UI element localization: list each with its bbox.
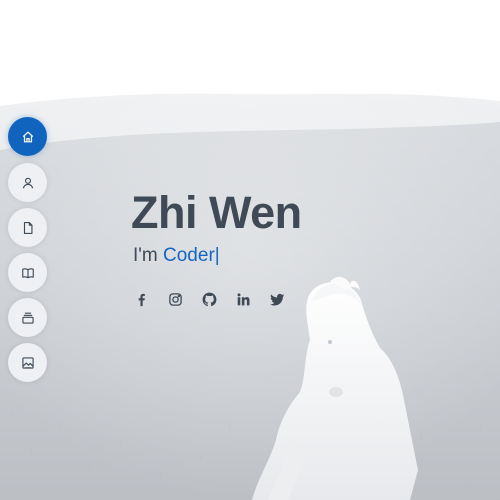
facebook-icon (138, 293, 145, 306)
typed-cursor: | (214, 245, 220, 266)
github-link[interactable] (200, 290, 218, 308)
file-icon (23, 221, 33, 234)
hero-name: Zhi Wen (131, 187, 302, 238)
hero-subtitle: I'm Coder| (133, 245, 220, 267)
person-icon (22, 177, 33, 188)
book-icon (21, 267, 34, 278)
nav-about-button[interactable] (8, 163, 47, 202)
nav-contact-button[interactable] (8, 343, 47, 382)
linkedin-icon (237, 292, 249, 305)
linkedin-link[interactable] (234, 290, 252, 308)
home-icon (22, 131, 33, 142)
hero-subtitle-prefix: I'm (133, 245, 164, 266)
github-icon (202, 292, 216, 306)
hero-background-image (0, 0, 500, 500)
stack-icon (21, 312, 34, 324)
nav-portfolio-button[interactable] (8, 253, 47, 292)
nav-home-button[interactable] (8, 117, 47, 156)
nav-services-button[interactable] (8, 298, 47, 337)
instagram-link[interactable] (166, 290, 184, 308)
image-icon (21, 356, 34, 369)
facebook-link[interactable] (132, 290, 150, 308)
twitter-icon (269, 293, 284, 305)
instagram-icon (168, 292, 182, 306)
twitter-link[interactable] (268, 290, 286, 308)
typed-text: Coder (163, 245, 215, 266)
nav-resume-button[interactable] (8, 208, 47, 247)
